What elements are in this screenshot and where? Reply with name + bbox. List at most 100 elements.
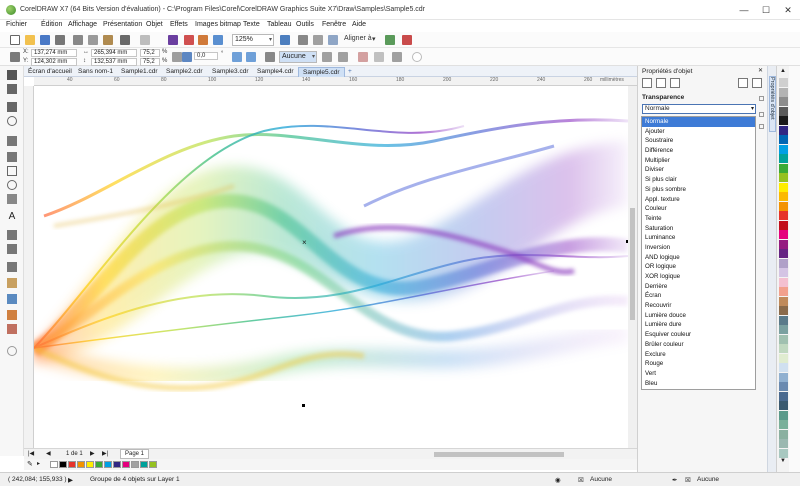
options-icon[interactable]: [385, 35, 395, 45]
merge-option[interactable]: Diviser: [642, 165, 755, 175]
last-page-icon[interactable]: ▶|: [102, 450, 108, 457]
undo-icon[interactable]: [120, 35, 130, 45]
print-icon[interactable]: [55, 35, 65, 45]
palette-swatch[interactable]: [779, 325, 788, 334]
option-checkbox[interactable]: [759, 112, 764, 117]
option-checkbox[interactable]: [759, 96, 764, 101]
width-field[interactable]: 265,394 mm: [91, 49, 137, 57]
snap-to-label[interactable]: Aligner à: [344, 35, 372, 42]
palette-swatch[interactable]: [779, 268, 788, 277]
mirror-horizontal-icon[interactable]: [232, 52, 242, 62]
tab-sans-nom-1[interactable]: Sans nom-1: [74, 67, 117, 77]
palette-swatch[interactable]: [59, 461, 67, 468]
new-document-icon[interactable]: [10, 35, 20, 45]
palette-swatch[interactable]: [779, 116, 788, 125]
merge-option[interactable]: Si plus sombre: [642, 185, 755, 195]
palette-swatch[interactable]: [779, 154, 788, 163]
merge-option[interactable]: Exclure: [642, 350, 755, 360]
minimize-button[interactable]: —: [734, 3, 754, 17]
outline-properties-icon[interactable]: [642, 78, 652, 88]
palette-swatch[interactable]: [779, 287, 788, 296]
palette-swatch[interactable]: [779, 277, 788, 287]
palette-swatch[interactable]: [779, 296, 788, 306]
chevron-down-icon[interactable]: ▸: [37, 460, 40, 467]
palette-swatch[interactable]: [779, 230, 788, 239]
artistic-media-icon[interactable]: [7, 152, 17, 162]
pick-tool-icon[interactable]: [7, 70, 17, 80]
x-position-field[interactable]: 137,274 mm: [31, 49, 77, 57]
drawing-canvas[interactable]: ×: [34, 86, 628, 448]
show-guides-icon[interactable]: [328, 35, 338, 45]
palette-swatch[interactable]: [149, 461, 157, 468]
tab-sample5[interactable]: Sample5.cdr: [298, 67, 345, 77]
tab-sample1[interactable]: Sample1.cdr: [117, 67, 162, 77]
merge-option[interactable]: Teinte: [642, 214, 755, 224]
tab-sample4[interactable]: Sample4.cdr: [253, 67, 298, 77]
merge-option[interactable]: Différence: [642, 146, 755, 156]
show-grid-icon[interactable]: [313, 35, 323, 45]
palette-swatch[interactable]: [779, 353, 788, 363]
merge-option[interactable]: Luminance: [642, 233, 755, 243]
vertical-scroll-thumb[interactable]: [630, 208, 635, 320]
align-distribute-icon[interactable]: [392, 52, 402, 62]
merge-option[interactable]: Derrière: [642, 282, 755, 292]
palette-swatch[interactable]: [779, 372, 788, 382]
chevron-down-icon[interactable]: ▾: [372, 35, 376, 43]
merge-option[interactable]: Si plus clair: [642, 175, 755, 185]
palette-swatch[interactable]: [68, 461, 76, 468]
palette-swatch[interactable]: [779, 173, 788, 182]
menu-fenetre[interactable]: Fenêtre: [322, 21, 346, 28]
palette-swatch[interactable]: [779, 363, 788, 372]
palette-swatch[interactable]: [779, 201, 788, 211]
crop-tool-icon[interactable]: [7, 102, 17, 112]
palette-swatch[interactable]: [779, 448, 788, 458]
menu-aide[interactable]: Aide: [352, 21, 366, 28]
scale-height-field[interactable]: 75,2: [140, 58, 160, 66]
merge-option[interactable]: Bleu: [642, 379, 755, 389]
palette-swatch[interactable]: [779, 429, 788, 439]
merge-option[interactable]: Rouge: [642, 359, 755, 369]
option-checkbox[interactable]: [759, 124, 764, 129]
menu-outils[interactable]: Outils: [296, 21, 314, 28]
mirror-vertical-icon[interactable]: [246, 52, 256, 62]
palette-swatch[interactable]: [779, 135, 788, 144]
eyedropper-icon[interactable]: ✎: [27, 460, 33, 468]
summary-icon[interactable]: [738, 78, 748, 88]
merge-option[interactable]: Multiplier: [642, 156, 755, 166]
import-icon[interactable]: [184, 35, 194, 45]
add-tool-icon[interactable]: [7, 346, 17, 356]
transparency-tool-icon[interactable]: [7, 278, 17, 288]
merge-option[interactable]: Écran: [642, 291, 755, 301]
palette-swatch[interactable]: [779, 258, 788, 268]
horizontal-ruler[interactable]: 40 60 80 100 120 140 160 180 200 220 240…: [34, 77, 637, 86]
palette-swatch[interactable]: [779, 220, 788, 230]
first-page-icon[interactable]: |◀: [28, 450, 34, 457]
selection-handle[interactable]: [302, 404, 305, 407]
next-page-icon[interactable]: ▶: [90, 450, 95, 457]
redo-icon[interactable]: [140, 35, 150, 45]
save-icon[interactable]: [40, 35, 50, 45]
merge-option[interactable]: AND logique: [642, 253, 755, 263]
freehand-tool-icon[interactable]: [7, 136, 17, 146]
palette-swatch[interactable]: [113, 461, 121, 468]
paste-icon[interactable]: [103, 35, 113, 45]
merge-option[interactable]: Saturation: [642, 224, 755, 234]
menu-effets[interactable]: Effets: [170, 21, 188, 28]
palette-swatch[interactable]: [779, 344, 788, 353]
palette-swatch[interactable]: [779, 211, 788, 220]
open-folder-icon[interactable]: [25, 35, 35, 45]
merge-option[interactable]: Brûler couleur: [642, 340, 755, 350]
palette-swatch[interactable]: [131, 461, 139, 468]
smart-fill-icon[interactable]: [7, 324, 17, 334]
merge-option[interactable]: XOR logique: [642, 272, 755, 282]
transparency-properties-icon[interactable]: [670, 78, 680, 88]
palette-swatch[interactable]: [779, 144, 788, 154]
export-icon[interactable]: [198, 35, 208, 45]
palette-swatch[interactable]: [779, 78, 788, 87]
interactive-fill-icon[interactable]: [7, 310, 17, 320]
tab-object-properties[interactable]: Propriétés d'objet: [769, 76, 776, 132]
zoom-level-combo[interactable]: 125% ▾: [232, 34, 274, 46]
parallel-dimension-icon[interactable]: [7, 230, 17, 240]
merge-option[interactable]: Ajouter: [642, 127, 755, 137]
fill-properties-icon[interactable]: [656, 78, 666, 88]
